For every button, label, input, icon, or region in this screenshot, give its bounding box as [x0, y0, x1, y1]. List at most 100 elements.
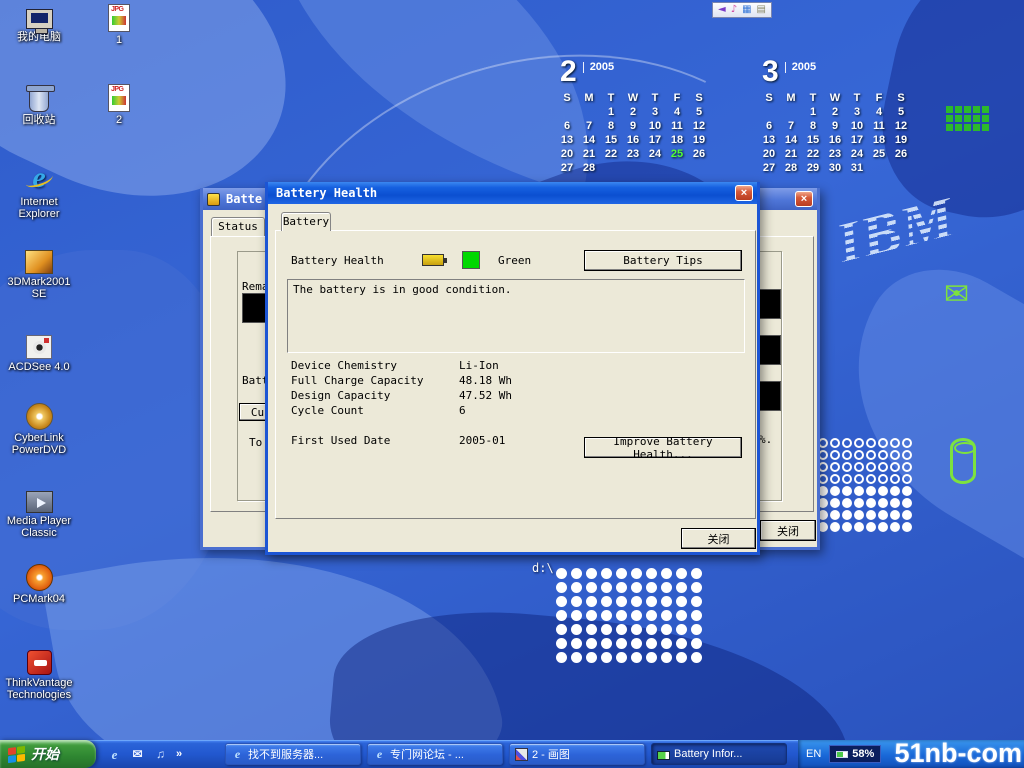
cylinder-icon	[950, 438, 976, 484]
dot	[691, 624, 702, 635]
tray-battery-icon	[836, 751, 848, 758]
desktop-icon-thinkvantage-technologies[interactable]: ThinkVantage Technologies	[4, 647, 74, 701]
tab-battery[interactable]: Battery	[281, 212, 331, 231]
quicklaunch-internet-explorer[interactable]: e	[106, 746, 123, 763]
dot	[631, 582, 642, 593]
dot	[601, 610, 612, 621]
spreadsheet-cell	[973, 106, 980, 113]
dot	[902, 522, 912, 532]
desktop-icon-my-computer[interactable]: 我的电脑	[4, 6, 74, 43]
desktop-icon-file-1[interactable]: JPG1	[84, 3, 154, 46]
desktop-icon-media-player-classic[interactable]: Media Player Classic	[4, 486, 74, 539]
calendar-header: 22005	[556, 57, 716, 91]
improve-battery-health-button[interactable]: Improve Battery Health...	[584, 437, 742, 458]
calendar-grid: SMTWTFS123456789101112131415161718192021…	[556, 91, 716, 175]
quicklaunch-mail[interactable]: ✉	[129, 746, 146, 763]
taskbar-button-ie[interactable]: e专门网论坛 - ...	[367, 743, 503, 765]
desktop-icon-internet-explorer[interactable]: eInternet Explorer	[4, 162, 74, 220]
battery-fields: Device ChemistryLi-IonFull Charge Capaci…	[291, 359, 621, 419]
dot	[830, 462, 840, 472]
dot	[616, 582, 627, 593]
calendar-day: 31	[846, 161, 868, 175]
field-label: Device Chemistry	[291, 359, 459, 374]
dots-panel-right	[818, 438, 914, 534]
battery-tips-button[interactable]: Battery Tips	[584, 250, 742, 271]
dot	[830, 522, 840, 532]
language-indicator[interactable]: EN	[806, 748, 821, 760]
music-notes-icon[interactable]: ♪	[731, 4, 737, 16]
calendar-day: 8	[600, 119, 622, 133]
field-value: 48.18 Wh	[459, 374, 512, 389]
dot	[601, 638, 612, 649]
calendar-month-number: 3	[762, 57, 779, 87]
spreadsheet-cell	[973, 115, 980, 122]
calendar-day	[758, 105, 780, 119]
taskbar-button-ie[interactable]: e找不到服务器...	[225, 743, 361, 765]
status-text: Green	[498, 254, 531, 267]
taskbar-button-battery[interactable]: Battery Infor...	[651, 743, 787, 765]
taskbar-button-paint[interactable]: 2 - 画图	[509, 743, 645, 765]
dot	[616, 568, 627, 579]
dot	[830, 510, 840, 520]
desktop-icon-acdsee-4[interactable]: ACDSee 4.0	[4, 331, 74, 373]
tab-status[interactable]: Status	[211, 217, 265, 236]
dot	[854, 498, 864, 508]
desktop-icon-recycle-bin[interactable]: 回收站	[4, 84, 74, 126]
dot	[878, 462, 888, 472]
dot	[571, 568, 582, 579]
dot	[631, 624, 642, 635]
calendar-weekday: T	[802, 91, 824, 105]
desktop-icon-3dmark2001-se[interactable]: 3DMark2001 SE	[4, 246, 74, 300]
desktop-icon-cyberlink-powerdvd[interactable]: CyberLink PowerDVD	[4, 401, 74, 456]
calendar-grid: SMTWTFS123456789101112131415161718192021…	[758, 91, 918, 175]
battery-health-label: Battery Health	[291, 254, 384, 267]
calendar-day: 25	[868, 147, 890, 161]
calendar-day	[578, 105, 600, 119]
mpc-icon	[26, 491, 53, 513]
keyboard-icon[interactable]: ▤	[757, 4, 766, 16]
close-icon[interactable]: ×	[735, 185, 753, 201]
tab-label: Status	[218, 220, 258, 233]
battery-health-window[interactable]: Battery Health × Battery Battery Health …	[265, 182, 760, 555]
dot	[902, 486, 912, 496]
desktop-icon-label: 回收站	[4, 114, 74, 126]
dot	[866, 486, 876, 496]
desktop-icon-pcmark04[interactable]: PCMark04	[4, 562, 74, 605]
calendar-day: 19	[890, 133, 912, 147]
dot	[878, 450, 888, 460]
system-widget: ◄ ♪ ▦ ▤	[712, 2, 772, 18]
calendar-day: 6	[758, 119, 780, 133]
desktop-icon-file-2[interactable]: JPG2	[84, 83, 154, 126]
dot	[676, 638, 687, 649]
dot	[571, 610, 582, 621]
calendar-weekday: M	[578, 91, 600, 105]
close-button[interactable]: 关闭	[760, 520, 816, 541]
jpg-icon: JPG	[108, 84, 130, 112]
dot	[586, 624, 597, 635]
tray-battery-indicator[interactable]: 58%	[829, 745, 881, 763]
dot	[661, 624, 672, 635]
close-button[interactable]: 关闭	[681, 528, 756, 549]
calendar-day: 30	[824, 161, 846, 175]
status-color-swatch	[462, 251, 480, 269]
display-icon[interactable]: ▦	[742, 4, 751, 16]
paint-icon	[515, 748, 528, 761]
calendar-weekday: F	[868, 91, 890, 105]
desktop-icon-label: ThinkVantage Technologies	[4, 677, 74, 701]
start-button[interactable]: 开始	[0, 740, 96, 768]
calendar-weekday: T	[600, 91, 622, 105]
calendar-day: 13	[556, 133, 578, 147]
calendar-day: 27	[758, 161, 780, 175]
battery-health-titlebar[interactable]: Battery Health ×	[268, 182, 757, 204]
dot	[878, 438, 888, 448]
calendar-day: 15	[600, 133, 622, 147]
ie-icon: e	[231, 748, 244, 761]
condition-textbox[interactable]: The battery is in good condition.	[287, 279, 745, 353]
taskbar-button-label: Battery Infor...	[674, 748, 742, 760]
dot	[586, 582, 597, 593]
close-icon[interactable]: ×	[795, 191, 813, 207]
quicklaunch-overflow-chevron[interactable]: »	[176, 740, 182, 768]
volume-icon[interactable]: ◄	[718, 4, 726, 16]
quicklaunch-media-player[interactable]: ♫	[152, 746, 169, 763]
dot	[646, 568, 657, 579]
